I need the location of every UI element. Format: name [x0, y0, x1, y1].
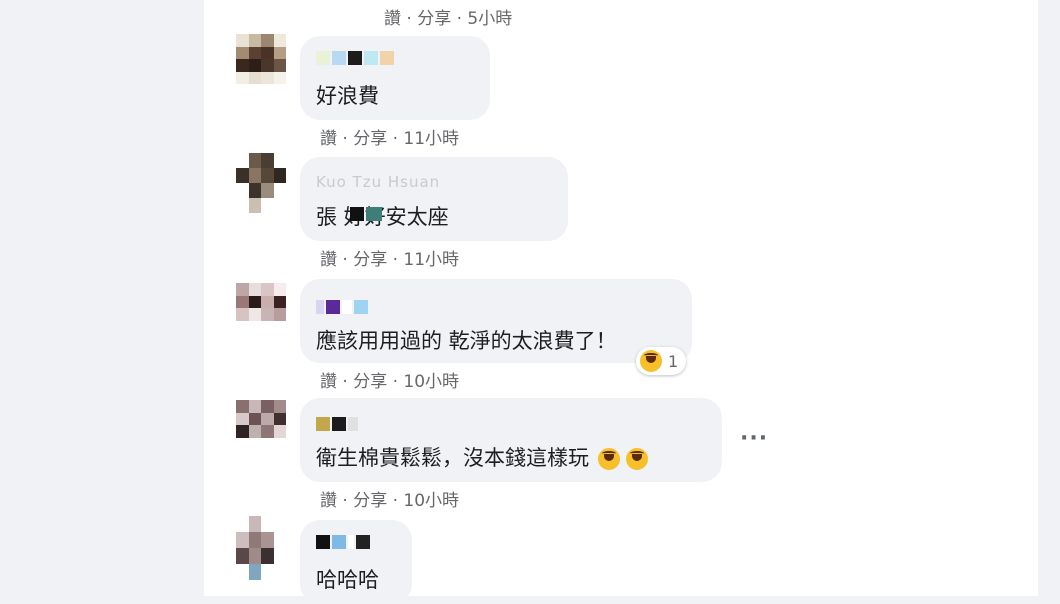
- comment-meta-top[interactable]: 讚 · 分享 · 5小時: [384, 4, 512, 29]
- comment-meta[interactable]: 讚 · 分享 · 11小時: [320, 245, 459, 270]
- comment-text: 應該用用過的 乾淨的太浪費了！: [316, 329, 617, 353]
- avatar[interactable]: [236, 516, 286, 580]
- comment-meta[interactable]: 讚 · 分享 · 10小時: [320, 367, 459, 392]
- avatar[interactable]: [236, 283, 286, 333]
- comment-bubble: 應該用用過的 乾淨的太浪費了！: [300, 279, 692, 363]
- reaction-badge[interactable]: 1: [636, 347, 687, 375]
- author-name[interactable]: [316, 534, 372, 552]
- reaction-count: 1: [668, 351, 679, 371]
- more-options-icon[interactable]: ···: [740, 426, 768, 451]
- laughing-emoji-icon: [626, 448, 649, 470]
- laughing-emoji-icon: [640, 350, 662, 372]
- avatar[interactable]: [236, 400, 286, 450]
- comment-bubble: Kuo Tzu Hsuan 張 好好安太座: [300, 157, 568, 241]
- comment-meta[interactable]: 讚 · 分享 · 11小時: [320, 124, 459, 149]
- comment-bubble: 哈哈哈: [300, 520, 412, 604]
- comment-text-content: 張 好好安太座: [316, 205, 449, 229]
- comment-meta[interactable]: 讚 · 分享 · 10小時: [320, 486, 459, 511]
- author-name[interactable]: [316, 416, 360, 434]
- comment-bubble: 衛生棉貴鬆鬆，沒本錢這樣玩: [300, 398, 722, 482]
- author-name[interactable]: [316, 299, 370, 317]
- author-name[interactable]: [316, 50, 396, 68]
- comment-text: 衛生棉貴鬆鬆，沒本錢這樣玩: [316, 442, 649, 472]
- avatar[interactable]: [236, 153, 286, 213]
- comment-text-content: 衛生棉貴鬆鬆，沒本錢這樣玩: [316, 446, 589, 470]
- redaction-block: [350, 207, 364, 221]
- comment-bubble: 好浪費: [300, 36, 490, 120]
- comment-text: 張 好好安太座: [316, 201, 449, 231]
- avatar[interactable]: [236, 34, 286, 84]
- comment-text: 好浪費: [316, 84, 379, 108]
- author-name[interactable]: Kuo Tzu Hsuan: [316, 173, 440, 191]
- comment-text: 哈哈哈: [316, 568, 379, 592]
- laughing-emoji-icon: [597, 448, 620, 470]
- redaction-block: [366, 207, 382, 221]
